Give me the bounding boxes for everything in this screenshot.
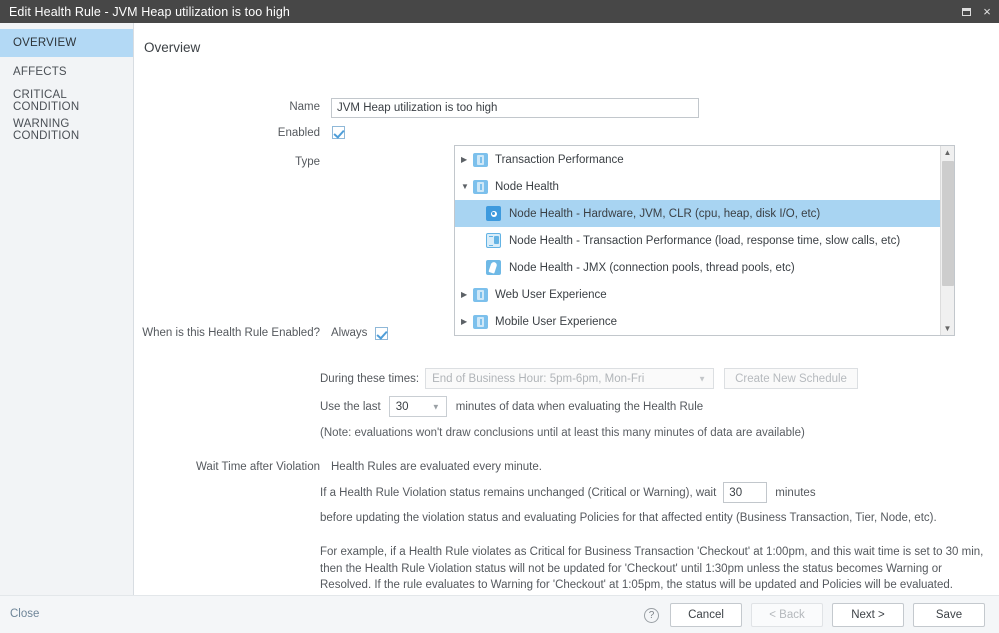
tree-node-label: Mobile User Experience: [495, 315, 618, 328]
health-rule-type-tree[interactable]: ▶ Transaction Performance ▼ Node Health …: [454, 145, 955, 336]
window-controls: ×: [960, 0, 993, 23]
scrollbar-thumb[interactable]: [942, 161, 954, 286]
sidebar-item-overview[interactable]: OVERVIEW: [0, 29, 133, 57]
use-last-minutes-select[interactable]: 30 ▼: [388, 396, 447, 417]
folder-icon: [473, 152, 488, 167]
sidebar-item-label: WARNING CONDITION: [13, 118, 80, 142]
wait-time-input-row: If a Health Rule Violation status remain…: [320, 482, 816, 503]
edit-health-rule-dialog: Edit Health Rule - JVM Heap utilization …: [0, 0, 999, 633]
tree-node-label: Node Health - JMX (connection pools, thr…: [509, 261, 795, 274]
dialog-footer: Close ? Cancel < Back Next > Save: [0, 595, 999, 633]
name-input[interactable]: [331, 98, 699, 118]
tree-node-transaction-performance[interactable]: ▶ Transaction Performance: [455, 146, 942, 173]
overview-panel: Overview Name Enabled Type ▶ Transaction…: [134, 23, 999, 595]
maximize-icon[interactable]: [960, 6, 972, 18]
enabled-row: Enabled: [134, 124, 345, 142]
during-times-row: During these times: End of Business Hour…: [320, 368, 858, 389]
wait-minutes-input[interactable]: [723, 482, 768, 503]
tree-node-node-health[interactable]: ▼ Node Health: [455, 173, 942, 200]
tree-node-web-user-experience[interactable]: ▶ Web User Experience: [455, 281, 942, 308]
wait-time-prefix-label: If a Health Rule Violation status remain…: [320, 486, 717, 499]
tree-node-label: Transaction Performance: [495, 153, 624, 166]
sidebar-item-label: CRITICAL CONDITION: [13, 89, 80, 113]
use-last-row: Use the last 30 ▼ minutes of data when e…: [320, 396, 703, 417]
window-title: Edit Health Rule - JVM Heap utilization …: [9, 4, 290, 19]
close-link[interactable]: Close: [10, 608, 39, 620]
chevron-right-icon[interactable]: ▶: [461, 155, 473, 164]
tree-node-node-health-jmx[interactable]: Node Health - JMX (connection pools, thr…: [455, 254, 942, 281]
always-label: Always: [331, 327, 368, 339]
during-times-label: During these times:: [320, 372, 420, 385]
wait-time-label: Wait Time after Violation: [196, 461, 320, 473]
chevron-down-icon[interactable]: ▼: [461, 182, 473, 191]
sidebar-item-label: OVERVIEW: [13, 37, 77, 49]
target-dot-icon: [486, 206, 501, 221]
folder-icon: [473, 314, 488, 329]
tree-scrollbar[interactable]: ▲ ▼: [940, 146, 954, 335]
pencil-icon: [486, 260, 501, 275]
window-titlebar: Edit Health Rule - JVM Heap utilization …: [0, 0, 999, 23]
sidebar-item-critical-condition[interactable]: CRITICAL CONDITION: [0, 87, 133, 115]
enabled-label: Enabled: [277, 127, 320, 139]
back-button[interactable]: < Back: [751, 603, 823, 627]
footer-buttons: ? Cancel < Back Next > Save: [644, 603, 985, 627]
folder-icon: [473, 287, 488, 302]
sidebar-item-affects[interactable]: AFFECTS: [0, 58, 133, 86]
tree-node-node-health-hardware[interactable]: Node Health - Hardware, JVM, CLR (cpu, h…: [455, 200, 942, 227]
wait-time-row: Wait Time after Violation Health Rules a…: [134, 458, 542, 476]
name-row: Name: [134, 98, 699, 118]
chevron-down-icon: ▼: [698, 374, 707, 383]
save-button[interactable]: Save: [913, 603, 985, 627]
schedule-select-value: End of Business Hour: 5pm-6pm, Mon-Fri: [432, 372, 645, 385]
schedule-row: When is this Health Rule Enabled? Always: [134, 324, 389, 342]
tree-node-mobile-user-experience[interactable]: ▶ Mobile User Experience: [455, 308, 942, 335]
chevron-right-icon[interactable]: ▶: [461, 317, 473, 326]
name-label: Name: [289, 101, 320, 113]
cancel-button[interactable]: Cancel: [670, 603, 742, 627]
page-title: Overview: [144, 40, 201, 55]
use-last-suffix-label: minutes of data when evaluating the Heal…: [455, 400, 704, 413]
enabled-checkbox[interactable]: [332, 126, 345, 139]
schedule-select[interactable]: End of Business Hour: 5pm-6pm, Mon-Fri ▼: [425, 368, 715, 389]
chevron-right-icon[interactable]: ▶: [461, 290, 473, 299]
chevron-down-icon: ▼: [431, 402, 440, 411]
wait-time-line1: Health Rules are evaluated every minute.: [331, 461, 542, 473]
help-icon[interactable]: ?: [644, 607, 659, 623]
evaluation-note: (Note: evaluations won't draw conclusion…: [320, 427, 805, 439]
scroll-down-icon[interactable]: ▼: [941, 322, 954, 335]
folder-icon: [473, 179, 488, 194]
report-icon: [486, 233, 501, 248]
tree-node-label: Node Health: [495, 180, 559, 193]
tree-node-list: ▶ Transaction Performance ▼ Node Health …: [455, 146, 942, 335]
tree-node-label: Node Health - Hardware, JVM, CLR (cpu, h…: [509, 207, 821, 220]
sidebar-item-label: AFFECTS: [13, 66, 67, 78]
use-last-prefix-label: Use the last: [320, 400, 381, 413]
wait-time-example: For example, if a Health Rule violates a…: [320, 546, 984, 591]
schedule-label: When is this Health Rule Enabled?: [142, 327, 320, 339]
type-row: Type: [134, 153, 320, 171]
tree-node-node-health-transaction-performance[interactable]: Node Health - Transaction Performance (l…: [455, 227, 942, 254]
wizard-sidebar: OVERVIEW AFFECTS CRITICAL CONDITION WARN…: [0, 23, 134, 595]
close-icon[interactable]: ×: [981, 5, 993, 18]
sidebar-item-warning-condition[interactable]: WARNING CONDITION: [0, 116, 133, 144]
next-button[interactable]: Next >: [832, 603, 904, 627]
tree-node-label: Web User Experience: [495, 288, 607, 301]
wait-time-line3: before updating the violation status and…: [320, 512, 937, 524]
tree-node-label: Node Health - Transaction Performance (l…: [509, 234, 901, 247]
type-label: Type: [295, 156, 320, 168]
always-checkbox[interactable]: [375, 326, 389, 340]
scroll-up-icon[interactable]: ▲: [941, 146, 954, 159]
wait-time-suffix-label: minutes: [775, 486, 816, 499]
create-new-schedule-button[interactable]: Create New Schedule: [724, 368, 858, 389]
use-last-minutes-value: 30: [395, 400, 409, 413]
